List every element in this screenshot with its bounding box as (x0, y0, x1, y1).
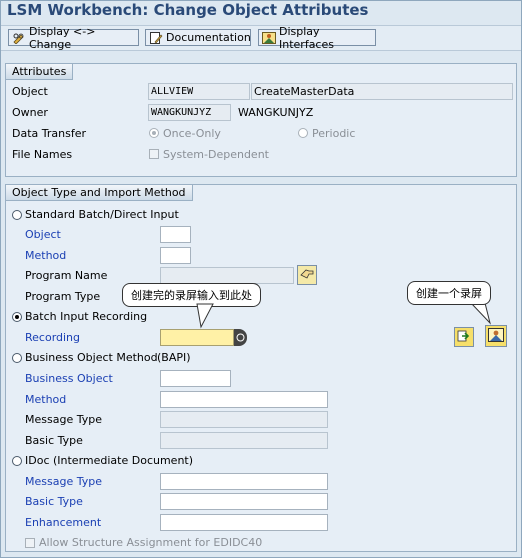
program-name-select-button[interactable] (297, 265, 317, 285)
once-only-label: Once-Only (163, 127, 221, 140)
recording-f4-help-button[interactable] (234, 329, 247, 346)
owner-label: Owner (12, 106, 48, 119)
bapi-label: (BAPI) (157, 351, 191, 364)
std-method-field[interactable] (160, 247, 191, 264)
bapi-radio[interactable] (12, 353, 22, 363)
recording-hint-callout: 创建完的录屏输入到此处 (122, 283, 261, 307)
data-transfer-label: Data Transfer (12, 127, 86, 140)
owner-description: WANGKUNJYZ (238, 106, 314, 119)
message-type-field (160, 411, 328, 428)
value-help-icon (236, 333, 245, 342)
standard-batch-radio[interactable] (12, 210, 22, 220)
arrow-right-icon (457, 329, 471, 346)
allow-structure-label: Allow Structure Assignment for EDIDC40 (39, 536, 263, 549)
display-change-button[interactable]: Display <-> Change (8, 25, 139, 51)
object-type-group: Object Type and Import Method Standard B… (5, 184, 517, 552)
idoc-message-type-field[interactable] (160, 473, 328, 490)
periodic-label: Periodic (312, 127, 356, 140)
once-only-radio[interactable] (149, 128, 159, 138)
periodic-radio[interactable] (298, 128, 308, 138)
display-change-label: Display <-> Change (29, 24, 96, 51)
bapi-method-field[interactable] (160, 391, 328, 408)
display-interfaces-label: Display Interfaces (279, 24, 334, 51)
bapi-method-label: Method (25, 393, 67, 406)
program-name-field (160, 267, 294, 284)
std-object-label: Object (25, 228, 61, 241)
batch-input-recording-label: Batch Input Recording (25, 310, 148, 323)
standard-batch-label: Standard Batch/Direct Input (25, 208, 179, 221)
basic-type-field (160, 432, 328, 449)
object-field: ALLVIEW (148, 83, 250, 100)
std-method-label: Method (25, 249, 67, 262)
pencil-glasses-icon (12, 32, 26, 45)
program-name-label: Program Name (25, 269, 108, 282)
documentation-button[interactable]: Documentation (145, 29, 251, 46)
enhancement-label: Enhancement (25, 516, 102, 529)
system-dependent-checkbox[interactable] (149, 149, 159, 159)
recording-overview-button[interactable] (454, 327, 474, 347)
enhancement-field[interactable] (160, 514, 328, 531)
owner-field: WANGKUNJYZ (148, 104, 231, 121)
object-type-group-title: Object Type and Import Method (6, 185, 193, 201)
documentation-icon (149, 31, 163, 44)
recording-field[interactable] (160, 329, 234, 346)
idoc-label: IDoc (Intermediate Document) (25, 454, 194, 467)
business-object-label: Business Object (25, 372, 113, 385)
documentation-label: Documentation (166, 31, 251, 44)
basic-type-label: Basic Type (25, 434, 83, 447)
interfaces-icon (262, 31, 276, 44)
program-type-label: Program Type (25, 290, 101, 303)
business-object-field[interactable] (160, 370, 231, 387)
create-recording-button[interactable] (485, 325, 507, 347)
object-label: Object (12, 85, 48, 98)
recording-label: Recording (25, 331, 81, 344)
create-recording-icon (488, 327, 504, 345)
window: LSM Workbench: Change Object Attributes … (0, 0, 522, 558)
display-interfaces-button[interactable]: Display Interfaces (258, 25, 376, 51)
batch-input-recording-radio[interactable] (12, 312, 22, 322)
std-object-field[interactable] (160, 226, 191, 243)
message-type-label: Message Type (25, 413, 102, 426)
window-title: LSM Workbench: Change Object Attributes (7, 1, 369, 19)
attributes-group: Attributes Object ALLVIEW CreateMasterDa… (5, 63, 517, 177)
object-description-field: CreateMasterData (251, 83, 513, 100)
attributes-group-title: Attributes (6, 64, 74, 80)
idoc-message-type-label: Message Type (25, 475, 102, 488)
application-toolbar: Display <-> Change Documentation Display… (1, 25, 521, 51)
bo-method-label: Business Object Method (25, 351, 158, 364)
idoc-basic-type-field[interactable] (160, 493, 328, 510)
idoc-radio[interactable] (12, 456, 22, 466)
idoc-basic-type-label: Basic Type (25, 495, 83, 508)
file-names-label: File Names (12, 148, 73, 161)
hand-icon (300, 268, 314, 283)
system-dependent-label: System-Dependent (163, 148, 269, 161)
create-recording-callout: 创建一个录屏 (407, 281, 491, 305)
allow-structure-checkbox[interactable] (25, 538, 35, 548)
